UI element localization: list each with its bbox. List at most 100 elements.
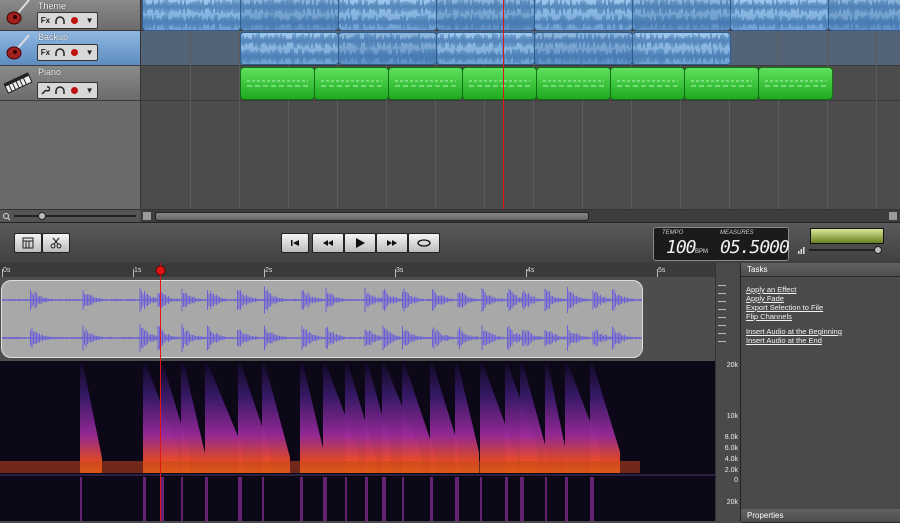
record-arm-button[interactable] — [69, 15, 80, 26]
audio-clip[interactable] — [534, 32, 633, 65]
frequency-label: 20k — [726, 499, 738, 506]
audio-clip[interactable] — [338, 0, 437, 31]
task-insert-audio-beginning[interactable]: Insert Audio at the Beginning — [746, 327, 842, 336]
fast-forward-button[interactable] — [376, 233, 408, 253]
level-meter — [810, 228, 884, 244]
track-header-piano[interactable]: Piano ▼ — [0, 66, 140, 101]
audio-clip[interactable] — [240, 32, 339, 65]
task-apply-effect[interactable]: Apply an Effect — [746, 285, 796, 294]
midi-clip[interactable] — [536, 67, 611, 100]
grid-line — [631, 0, 632, 210]
frequency-label: 10k — [726, 413, 738, 420]
rewind-icon — [323, 240, 333, 246]
waveform-view[interactable] — [0, 277, 715, 361]
track-header-theme[interactable]: Theme Fx ▼ — [0, 0, 140, 31]
grid-line — [533, 0, 534, 210]
scroll-right-arrow[interactable] — [889, 212, 897, 220]
track-name: Theme — [38, 1, 67, 11]
track-controls: ▼ — [37, 82, 98, 99]
grid-line — [190, 0, 191, 210]
track-controls: Fx ▼ — [37, 44, 98, 61]
spectral-view[interactable] — [0, 361, 715, 521]
waveform-channel — [2, 286, 642, 314]
audio-clip[interactable] — [436, 0, 535, 31]
task-insert-audio-end[interactable]: Insert Audio at the End — [746, 336, 822, 345]
zoom-slider-bar[interactable] — [0, 209, 140, 222]
fx-button[interactable]: Fx — [40, 47, 51, 58]
audio-clip[interactable] — [240, 0, 339, 31]
wrench-icon[interactable] — [40, 85, 51, 96]
measures-label: MEASURES — [720, 230, 754, 236]
ruler-label: 1s — [134, 267, 142, 274]
midi-clip[interactable] — [610, 67, 685, 100]
task-apply-fade[interactable]: Apply Fade — [746, 294, 784, 303]
transport-bar: TEMPO 100 BPM MEASURES 05.5000 — [0, 222, 900, 264]
master-volume-slider[interactable] — [797, 245, 887, 255]
scroll-left-arrow[interactable] — [143, 212, 151, 220]
audio-clip[interactable] — [338, 32, 437, 65]
track-menu-button[interactable]: ▼ — [84, 47, 95, 58]
grid-line — [435, 0, 436, 210]
go-to-start-button[interactable] — [281, 233, 309, 253]
mixer-view-button[interactable] — [14, 233, 42, 253]
loop-button[interactable] — [408, 233, 440, 253]
edit-tool-button[interactable] — [42, 233, 70, 253]
volume-slider-thumb — [874, 246, 882, 254]
headphones-icon[interactable] — [55, 15, 66, 26]
task-export-selection[interactable]: Export Selection to File — [746, 303, 823, 312]
amplitude-tick — [718, 285, 726, 286]
waveform-channel — [2, 323, 642, 353]
arrangement-timeline[interactable] — [141, 0, 900, 210]
properties-title: Properties — [747, 511, 784, 520]
ruler-label: 3s — [396, 267, 404, 274]
frequency-label: 8.0k — [724, 434, 738, 441]
headphones-icon[interactable] — [55, 47, 66, 58]
tasks-panel-header[interactable]: Tasks — [741, 263, 900, 277]
audio-clip[interactable] — [828, 0, 900, 31]
tasks-title: Tasks — [747, 265, 768, 274]
record-arm-button[interactable] — [69, 85, 80, 96]
waveform-clip[interactable] — [1, 280, 643, 358]
audio-clip[interactable] — [730, 0, 829, 31]
ruler-label: 4s — [527, 267, 535, 274]
track-name: Piano — [38, 67, 62, 77]
midi-clip[interactable] — [462, 67, 537, 100]
grid-line — [337, 0, 338, 210]
audio-clip[interactable] — [632, 32, 731, 65]
grid-line — [729, 0, 730, 210]
tempo-unit: BPM — [695, 249, 709, 255]
midi-clip[interactable] — [388, 67, 463, 100]
audio-clip[interactable] — [534, 0, 633, 31]
audio-clip[interactable] — [436, 32, 535, 65]
record-arm-button[interactable] — [69, 47, 80, 58]
time-ruler[interactable]: 0s 1s 2s 3s 4s 5s — [0, 263, 715, 278]
measures-value[interactable]: 05.5000 — [720, 237, 790, 258]
ruler-label: 0s — [3, 267, 11, 274]
playhead-marker[interactable] — [155, 265, 166, 276]
editor-playhead[interactable] — [160, 263, 161, 521]
midi-clip[interactable] — [758, 67, 833, 100]
scrollbar-thumb[interactable] — [155, 212, 589, 221]
grid-line — [876, 0, 877, 210]
amplitude-tick — [718, 309, 726, 310]
grid-icon — [22, 237, 34, 249]
fast-forward-icon — [387, 240, 397, 246]
task-flip-channels[interactable]: Flip Channels — [746, 312, 792, 321]
track-header-backup[interactable]: Backup Fx ▼ — [0, 31, 140, 66]
timeline-playhead[interactable] — [503, 0, 504, 210]
track-menu-button[interactable]: ▼ — [84, 15, 95, 26]
track-menu-button[interactable]: ▼ — [84, 85, 95, 96]
midi-clip[interactable] — [240, 67, 315, 100]
midi-clip[interactable] — [684, 67, 759, 100]
headphones-icon[interactable] — [55, 85, 66, 96]
rewind-button[interactable] — [312, 233, 344, 253]
timeline-horizontal-scrollbar[interactable] — [141, 209, 900, 222]
audio-clip[interactable] — [142, 0, 241, 31]
midi-clip[interactable] — [314, 67, 389, 100]
fx-button[interactable]: Fx — [40, 15, 51, 26]
audio-clip[interactable] — [632, 0, 731, 31]
ruler-label: 5s — [658, 267, 666, 274]
play-button[interactable] — [344, 233, 376, 253]
guitar-icon — [6, 34, 30, 60]
tempo-value[interactable]: 100 — [666, 237, 696, 258]
